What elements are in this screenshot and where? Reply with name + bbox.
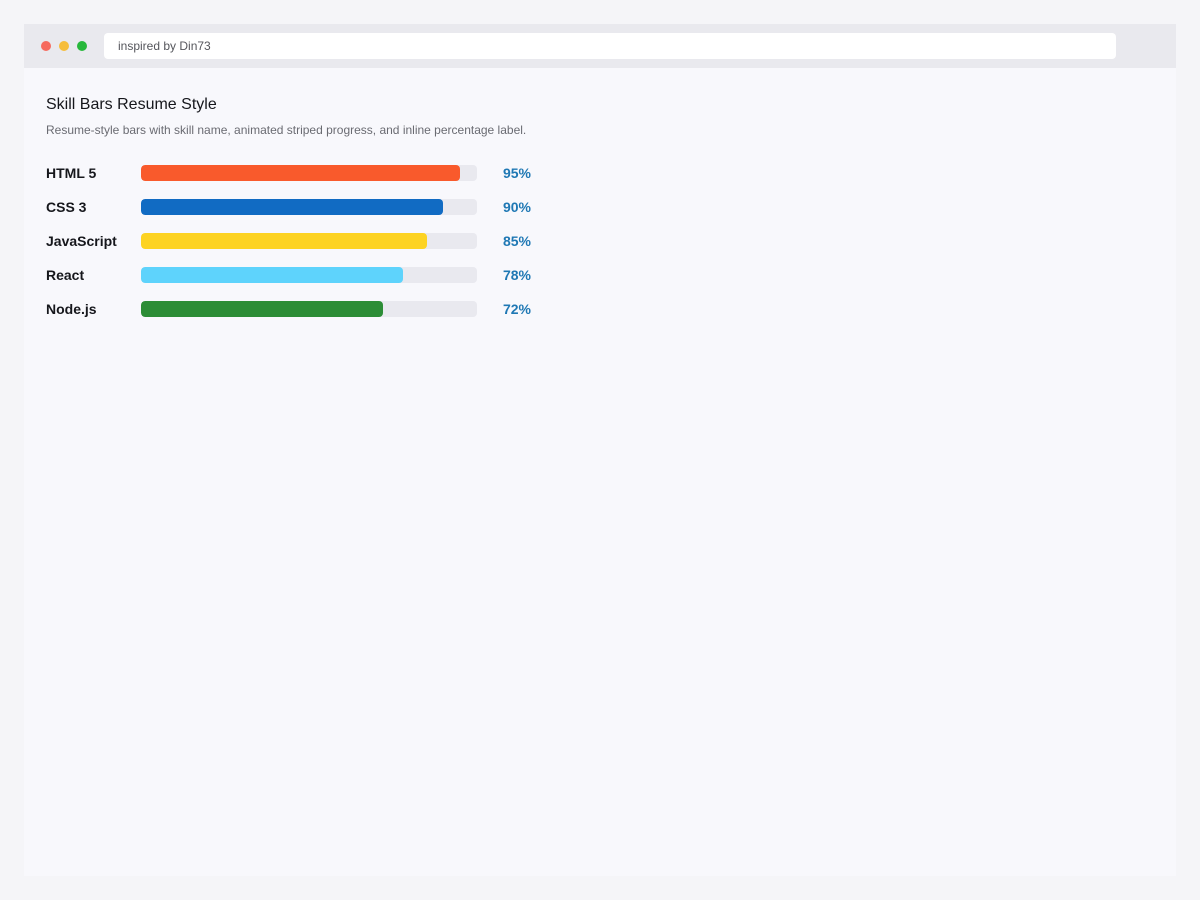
maximize-window-icon[interactable] (77, 41, 87, 51)
skill-bar-track (141, 301, 477, 317)
skill-bar-fill (141, 233, 427, 249)
skill-bar-track (141, 165, 477, 181)
skill-bar-fill (141, 267, 404, 283)
page-subtitle: Resume-style bars with skill name, anima… (46, 123, 527, 137)
page-title: Skill Bars Resume Style (46, 96, 217, 113)
skill-name: React (46, 267, 85, 283)
browser-titlebar: inspired by Din73 (24, 24, 1176, 68)
skill-name: HTML 5 (46, 165, 97, 181)
skill-percent: 90% (502, 199, 531, 215)
skill-percent: 72% (502, 301, 531, 317)
skill-row: Node.js 72% (46, 292, 1154, 326)
browser-window: inspired by Din73 Skill Bars Resume Styl… (24, 24, 1176, 876)
skill-name: JavaScript (46, 233, 117, 249)
window-controls (41, 41, 87, 51)
skill-percent: 95% (502, 165, 531, 181)
skill-list: HTML 5 95% CSS 3 90% JavaScript 85% Reac… (46, 156, 1154, 326)
skill-bar-fill (141, 165, 461, 181)
address-bar[interactable]: inspired by Din73 (104, 33, 1116, 59)
skill-bar-track (141, 199, 477, 215)
skill-bar-track (141, 233, 477, 249)
skill-percent: 78% (502, 267, 531, 283)
skill-row: JavaScript 85% (46, 224, 1154, 258)
skill-row: HTML 5 95% (46, 156, 1154, 190)
skill-bar-fill (141, 301, 383, 317)
skill-percent: 85% (502, 233, 531, 249)
skill-row: React 78% (46, 258, 1154, 292)
close-window-icon[interactable] (41, 41, 51, 51)
page-content: Skill Bars Resume Style Resume-style bar… (24, 95, 1176, 326)
skill-name: CSS 3 (46, 199, 87, 215)
skill-row: CSS 3 90% (46, 190, 1154, 224)
minimize-window-icon[interactable] (59, 41, 69, 51)
address-bar-text: inspired by Din73 (118, 39, 211, 53)
skill-bar-fill (141, 199, 444, 215)
skill-name: Node.js (46, 301, 97, 317)
skill-bar-track (141, 267, 477, 283)
